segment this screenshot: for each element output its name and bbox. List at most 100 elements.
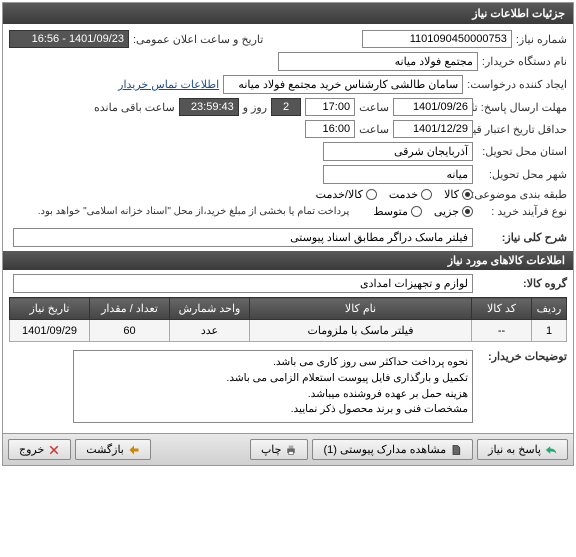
city-label: شهر محل تحویل: (477, 168, 567, 181)
goods-table: ردیف کد کالا نام کالا واحد شمارش تعداد /… (9, 297, 567, 342)
cell-qty: 60 (90, 320, 170, 342)
remaining-time: 23:59:43 (179, 98, 239, 116)
back-label: بازگشت (86, 443, 124, 456)
buyer-field: مجتمع فولاد میانه (278, 52, 478, 71)
radio-minor-label: جزیی (434, 205, 459, 218)
table-row[interactable]: 1 -- فیلتر ماسک با ملزومات عدد 60 1401/0… (10, 320, 567, 342)
radio-dot-icon (462, 189, 473, 200)
print-label: چاپ (261, 443, 282, 456)
goods-header: اطلاعات کالاهای مورد نیاز (3, 251, 573, 270)
radio-medium-label: متوسط (373, 205, 408, 218)
row-description: شرح کلی نیاز: فیلتر ماسک دراگر مطابق اسن… (9, 228, 567, 247)
attachments-button[interactable]: مشاهده مدارک پیوستی (1) (312, 439, 473, 460)
button-bar: پاسخ به نیاز مشاهده مدارک پیوستی (1) چاپ… (3, 433, 573, 465)
validity-label: حداقل تاریخ اعتبار قیمت: تا تاریخ: (477, 123, 567, 136)
province-label: استان محل تحویل: (477, 145, 567, 158)
city-field: میانه (323, 165, 473, 184)
radio-dot-icon (411, 206, 422, 217)
remaining-days: 2 (271, 98, 301, 116)
radio-both-label: کالا/خدمت (316, 188, 363, 201)
process-label: نوع فرآیند خرید : (477, 205, 567, 218)
row-city: شهر محل تحویل: میانه (9, 165, 567, 184)
exit-button[interactable]: خروج (8, 439, 71, 460)
col-row: ردیف (532, 298, 567, 320)
col-qty: تعداد / مقدار (90, 298, 170, 320)
back-button[interactable]: بازگشت (75, 439, 151, 460)
desc-field: فیلتر ماسک دراگر مطابق اسناد پیوستی (13, 228, 473, 247)
row-process: نوع فرآیند خرید : جزیی متوسط پرداخت تمام… (9, 205, 567, 218)
creator-field: سامان طالشی کارشناس خرید مجتمع فولاد میا… (223, 75, 463, 94)
exit-icon (48, 444, 60, 456)
radio-both[interactable]: کالا/خدمت (316, 188, 377, 201)
deadline-time: 17:00 (305, 98, 355, 116)
category-label: طبقه بندی موضوعی: (477, 188, 567, 201)
radio-goods-label: کالا (444, 188, 459, 201)
col-date: تاریخ نیاز (10, 298, 90, 320)
back-icon (128, 444, 140, 456)
row-goods-group: گروه کالا: لوازم و تجهیزات امدادی (9, 274, 567, 293)
respond-label: پاسخ به نیاز (488, 443, 541, 456)
radio-goods[interactable]: کالا (444, 188, 473, 201)
remaining-suffix: ساعت باقی مانده (94, 101, 175, 114)
cell-date: 1401/09/29 (10, 320, 90, 342)
cell-name: فیلتر ماسک با ملزومات (250, 320, 472, 342)
main-panel: جزئیات اطلاعات نیاز شماره نیاز: 11010904… (2, 2, 574, 466)
contact-link[interactable]: اطلاعات تماس خریدار (118, 78, 219, 91)
buyer-notes-box: نحوه پرداخت حداکثر سی روز کاری می باشد. … (73, 350, 473, 423)
col-code: کد کالا (472, 298, 532, 320)
desc-label: شرح کلی نیاز: (477, 231, 567, 244)
row-buyer: نام دستگاه خریدار: مجتمع فولاد میانه (9, 52, 567, 71)
table-header-row: ردیف کد کالا نام کالا واحد شمارش تعداد /… (10, 298, 567, 320)
attachment-icon (450, 444, 462, 456)
announce-field: 1401/09/23 - 16:56 (9, 30, 129, 48)
radio-service-label: خدمت (389, 188, 418, 201)
note-line: تکمیل و بارگذاری فایل پیوست استعلام الزا… (78, 371, 468, 387)
radio-dot-icon (421, 189, 432, 200)
group-field: لوازم و تجهیزات امدادی (13, 274, 473, 293)
radio-medium[interactable]: متوسط (373, 205, 422, 218)
col-name: نام کالا (250, 298, 472, 320)
payment-note: پرداخت تمام یا بخشی از مبلغ خرید،از محل … (38, 206, 350, 217)
note-line: مشخصات فنی و برند محصول ذکر نمایید. (78, 402, 468, 418)
panel-title: جزئیات اطلاعات نیاز (3, 3, 573, 24)
hour-label-2: ساعت (359, 123, 389, 136)
validity-date: 1401/12/29 (393, 120, 473, 138)
panel-body: شماره نیاز: 1101090450000753 تاریخ و ساع… (3, 24, 573, 433)
attachments-label: مشاهده مدارک پیوستی (1) (323, 443, 446, 456)
row-deadline: مهلت ارسال پاسخ: تا تاریخ: 1401/09/26 سا… (9, 98, 567, 116)
process-radio-group: جزیی متوسط (373, 205, 473, 218)
radio-dot-icon (366, 189, 377, 200)
cell-code: -- (472, 320, 532, 342)
day-and-label: روز و (243, 101, 267, 114)
creator-label: ایجاد کننده درخواست: (467, 78, 567, 91)
province-field: آذربایجان شرقی (323, 142, 473, 161)
note-line: نحوه پرداخت حداکثر سی روز کاری می باشد. (78, 355, 468, 371)
print-icon (285, 444, 297, 456)
radio-minor[interactable]: جزیی (434, 205, 473, 218)
deadline-label: مهلت ارسال پاسخ: تا تاریخ: (477, 101, 567, 114)
announce-label: تاریخ و ساعت اعلان عمومی: (133, 33, 263, 46)
row-validity: حداقل تاریخ اعتبار قیمت: تا تاریخ: 1401/… (9, 120, 567, 138)
buyer-notes-label: توضیحات خریدار: (477, 350, 567, 363)
request-number-field: 1101090450000753 (362, 30, 512, 48)
request-number-label: شماره نیاز: (516, 33, 567, 46)
row-creator: ایجاد کننده درخواست: سامان طالشی کارشناس… (9, 75, 567, 94)
row-buyer-notes: توضیحات خریدار: نحوه پرداخت حداکثر سی رو… (9, 350, 567, 423)
print-button[interactable]: چاپ (250, 439, 309, 460)
radio-dot-icon (462, 206, 473, 217)
cell-unit: عدد (170, 320, 250, 342)
category-radio-group: کالا خدمت کالا/خدمت (316, 188, 473, 201)
buyer-label: نام دستگاه خریدار: (482, 55, 567, 68)
cell-row: 1 (532, 320, 567, 342)
group-label: گروه کالا: (477, 277, 567, 290)
exit-label: خروج (19, 443, 44, 456)
deadline-date: 1401/09/26 (393, 98, 473, 116)
respond-button[interactable]: پاسخ به نیاز (477, 439, 568, 460)
col-unit: واحد شمارش (170, 298, 250, 320)
row-province: استان محل تحویل: آذربایجان شرقی (9, 142, 567, 161)
hour-label-1: ساعت (359, 101, 389, 114)
reply-icon (545, 444, 557, 456)
row-request-announce: شماره نیاز: 1101090450000753 تاریخ و ساع… (9, 30, 567, 48)
radio-service[interactable]: خدمت (389, 188, 432, 201)
row-category: طبقه بندی موضوعی: کالا خدمت کالا/خدمت (9, 188, 567, 201)
